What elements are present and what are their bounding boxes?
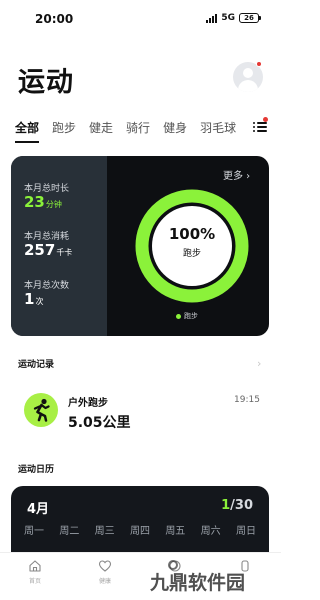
calories-value: 257千卡 — [24, 241, 73, 259]
records-chevron-icon[interactable]: › — [257, 357, 261, 370]
heart-icon — [98, 560, 112, 572]
tab-active-indicator — [15, 141, 39, 143]
signal-icon — [206, 13, 218, 23]
watermark: 九鼎软件园 — [150, 572, 246, 594]
summary-stats-panel: 本月总时长 23分钟 本月总消耗 257千卡 本月总次数 1次 — [11, 156, 107, 336]
record-time: 19:15 — [234, 395, 260, 405]
tab-running[interactable]: 跑步 — [52, 119, 76, 139]
count-value: 1次 — [24, 290, 44, 308]
duration-value: 23分钟 — [24, 193, 62, 211]
more-link[interactable]: 更多 › — [223, 167, 250, 182]
tab-all[interactable]: 全部 — [15, 119, 39, 139]
nav-health[interactable]: 健康 — [85, 559, 125, 585]
nav-health-label: 健康 — [98, 578, 111, 585]
network-type: 5G — [221, 13, 235, 23]
nav-home-label: 首页 — [28, 578, 41, 585]
monthly-summary-card[interactable]: 本月总时长 23分钟 本月总消耗 257千卡 本月总次数 1次 更多 › 100… — [11, 156, 269, 336]
status-indicators: 5G 26 — [206, 13, 261, 23]
record-name: 户外跑步 — [68, 398, 108, 409]
ring-percent: 100% — [168, 225, 216, 243]
weekday-label: 周五 — [165, 526, 186, 537]
tab-cycling[interactable]: 骑行 — [126, 119, 150, 139]
legend-dot — [176, 313, 181, 319]
tab-walking[interactable]: 健走 — [89, 119, 113, 139]
tab-fitness[interactable]: 健身 — [163, 119, 187, 139]
tabs-menu-icon[interactable] — [253, 120, 267, 134]
ring-caption: 跑步 — [182, 249, 201, 259]
weekday-label: 周二 — [59, 526, 80, 537]
weekday-label: 周一 — [24, 526, 44, 537]
weekday-label: 周日 — [235, 526, 256, 537]
running-icon — [24, 393, 58, 427]
weekday-label: 周三 — [94, 526, 115, 537]
calendar-month: 4月 — [27, 502, 50, 517]
nav-home[interactable]: 首页 — [15, 559, 55, 585]
records-section-title: 运动记录 — [18, 360, 55, 370]
status-time: 20:00 — [35, 12, 74, 26]
tab-badminton[interactable]: 羽毛球 — [200, 119, 236, 139]
ring-legend: 跑步 — [176, 311, 198, 321]
calendar-section-title: 运动日历 — [18, 465, 55, 475]
sport-tabs: 全部 跑步 健走 骑行 健身 羽毛球 — [15, 119, 245, 139]
battery-icon: 26 — [239, 13, 261, 23]
home-icon — [29, 560, 41, 572]
weekday-label: 周六 — [200, 526, 221, 537]
page-title: 运动 — [18, 67, 74, 98]
weekday-row: 周一 周二 周三 周四 周五 周六 周日 — [18, 522, 262, 537]
status-bar: 20:00 5G 26 — [0, 0, 281, 40]
avatar-head — [243, 68, 253, 78]
tabs-menu-dot — [263, 117, 268, 122]
notification-dot — [256, 61, 262, 67]
avatar-body — [238, 80, 258, 92]
legend-label: 跑步 — [184, 312, 198, 320]
record-distance: 5.05公里 — [68, 415, 131, 431]
weekday-label: 周四 — [129, 526, 150, 537]
calendar-count: 1/30 — [221, 498, 253, 513]
